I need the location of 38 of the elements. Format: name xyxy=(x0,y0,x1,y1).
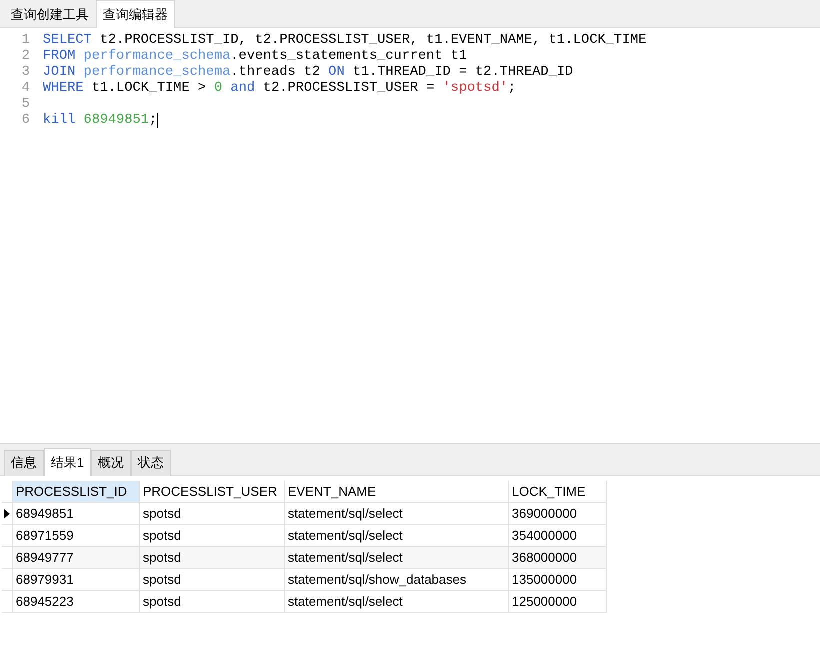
row-header[interactable] xyxy=(2,503,13,525)
line-number: 5 xyxy=(20,97,31,113)
code-line: FROM performance_schema.events_statements_current t1 xyxy=(43,49,468,65)
table-cell: spotsd xyxy=(140,569,285,591)
tab[interactable]: 结果1 xyxy=(44,448,92,476)
line-number: 4 xyxy=(20,81,31,97)
column-header[interactable]: EVENT_NAME xyxy=(285,481,509,503)
table-cell: statement/sql/select xyxy=(285,503,509,525)
table-cell: statement/sql/show_databases xyxy=(285,569,509,591)
table-cell: 68949851 xyxy=(13,503,140,525)
tab[interactable]: 信息 xyxy=(4,450,44,476)
column-header[interactable]: PROCESSLIST_ID xyxy=(13,481,140,503)
table-cell: 369000000 xyxy=(509,503,607,525)
tab[interactable]: 概况 xyxy=(91,450,132,476)
code-line: WHERE t1.LOCK_TIME > 0 and t2.PROCESSLIST_USER = 'spotsd'; xyxy=(43,81,516,97)
tab[interactable]: 查询编辑器 xyxy=(96,0,175,28)
table-cell: spotsd xyxy=(140,591,285,613)
code-line: JOIN performance_schema.threads t2 ON t1.THREAD_ID = t2.THREAD_ID xyxy=(43,65,574,81)
table-cell: 125000000 xyxy=(509,591,607,613)
table-cell: 68979931 xyxy=(13,569,140,591)
table-cell: statement/sql/select xyxy=(285,591,509,613)
code-line: kill 68949851; xyxy=(43,113,158,129)
table-cell: statement/sql/select xyxy=(285,547,509,569)
line-number: 2 xyxy=(20,49,31,65)
line-number: 1 xyxy=(20,33,31,49)
code-line: SELECT t2.PROCESSLIST_ID, t2.PROCESSLIST_USER, t1.EVENT_NAME, t1.LOCK_TIME xyxy=(43,33,647,49)
table-cell: 368000000 xyxy=(509,547,607,569)
table-cell: 135000000 xyxy=(509,569,607,591)
table-cell: 68949777 xyxy=(13,547,140,569)
table-cell: 68945223 xyxy=(13,591,140,613)
column-header[interactable]: LOCK_TIME xyxy=(509,481,607,503)
tab[interactable]: 查询创建工具 xyxy=(4,2,96,28)
tab[interactable]: 状态 xyxy=(131,450,172,476)
column-header[interactable]: PROCESSLIST_USER xyxy=(140,481,285,503)
table-cell: spotsd xyxy=(140,503,285,525)
line-number: 6 xyxy=(20,113,31,129)
line-number: 3 xyxy=(20,65,31,81)
table-cell: spotsd xyxy=(140,547,285,569)
